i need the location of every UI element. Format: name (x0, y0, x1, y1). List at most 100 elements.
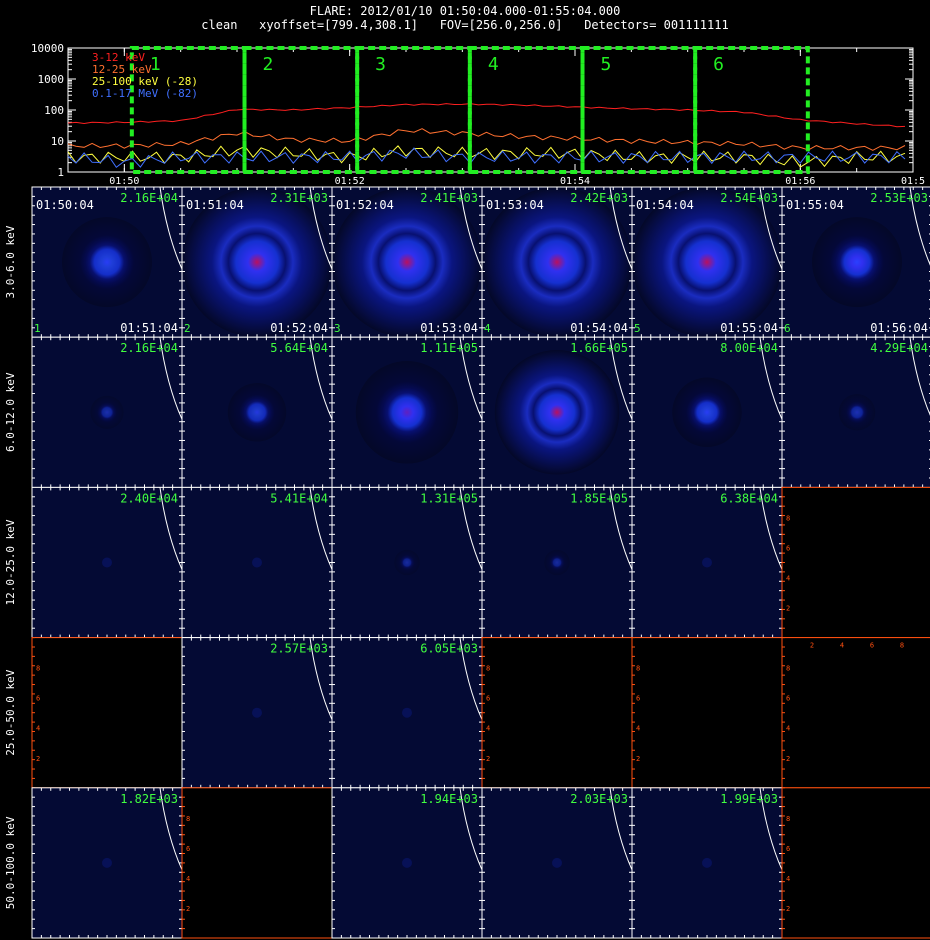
interval-number: 6 (784, 322, 791, 335)
source-emission (838, 394, 876, 431)
image-max-label: 2.31E+03 (270, 191, 328, 205)
image-max-label: 1.82E+03 (120, 792, 178, 806)
empty-axis-label: 2 (810, 642, 814, 650)
image-max-label: 2.57E+03 (270, 642, 328, 656)
source-emission (402, 857, 412, 868)
empty-axis-label: 8 (900, 642, 904, 650)
empty-cell-frame (781, 637, 930, 789)
image-cell: 2 4 6 8 (181, 787, 333, 939)
image-cell: 1.82E+03 (31, 787, 183, 939)
image-max-label: 1.94E+03 (420, 792, 478, 806)
source-emission (402, 707, 412, 718)
source-emission (102, 557, 112, 568)
empty-axis-label: 6 (786, 845, 790, 853)
image-max-label: 6.38E+04 (720, 491, 778, 505)
image-cell: 2.41E+03 01:52:04 01:53:04 3 (331, 186, 483, 338)
image-cell: 2.03E+03 (481, 787, 633, 939)
image-cell: 2.16E+04 01:50:04 01:51:04 1 (31, 186, 183, 338)
image-cell: 2.54E+03 01:54:04 01:55:04 5 (631, 186, 783, 338)
image-cell: 5.64E+04 (181, 336, 333, 488)
empty-cell-frame (631, 637, 783, 789)
energy-band-label: 50.0-100.0 keV (4, 816, 17, 909)
image-cell: 2.57E+03 (181, 637, 333, 789)
interval-start-time: 01:54:04 (636, 198, 694, 212)
interval-start-time: 01:53:04 (486, 198, 544, 212)
interval-end-time: 01:54:04 (570, 321, 628, 335)
interval-start-time: 01:51:04 (186, 198, 244, 212)
empty-axis-label: 4 (786, 875, 790, 883)
source-emission (494, 350, 620, 475)
image-cell: 1.31E+05 (331, 486, 483, 639)
image-cell: 1.11E+05 (331, 336, 483, 488)
source-emission (62, 217, 152, 308)
empty-cell-frame (31, 637, 183, 789)
image-cell: 6.38E+04 (631, 486, 783, 639)
image-max-label: 2.16E+04 (120, 191, 178, 205)
empty-axis-label: 8 (786, 665, 790, 673)
source-emission (702, 557, 712, 568)
empty-axis-label: 2 (486, 755, 490, 763)
empty-cell-frame (181, 787, 333, 939)
image-max-label: 2.40E+04 (120, 491, 178, 505)
interval-start-time: 01:52:04 (336, 198, 394, 212)
interval-end-time: 01:52:04 (270, 321, 328, 335)
empty-axis-label: 8 (36, 665, 40, 673)
image-max-label: 2.42E+03 (570, 191, 628, 205)
interval-end-time: 01:55:04 (720, 321, 778, 335)
interval-start-time: 01:50:04 (36, 198, 94, 212)
energy-band-label: 12.0-25.0 keV (4, 519, 17, 605)
source-emission (544, 549, 570, 576)
image-cell: 1.85E+05 (481, 486, 633, 639)
source-emission (812, 217, 902, 308)
source-emission (702, 857, 712, 868)
image-cell: 2.40E+04 (31, 486, 183, 639)
empty-axis-label: 8 (636, 665, 640, 673)
empty-axis-label: 6 (636, 695, 640, 703)
image-max-label: 8.00E+04 (720, 341, 778, 355)
image-cell: 4.29E+04 (781, 336, 930, 488)
empty-axis-label: 6 (486, 695, 490, 703)
interval-number: 1 (34, 322, 41, 335)
interval-end-time: 01:53:04 (420, 321, 478, 335)
image-max-label: 2.53E+03 (870, 191, 928, 205)
source-emission (252, 557, 262, 568)
image-cell: 1.99E+03 (631, 787, 783, 939)
empty-cell-frame (781, 787, 930, 939)
image-cell: 1.94E+03 (331, 787, 483, 939)
image-cell: 8.00E+04 (631, 336, 783, 488)
image-max-label: 2.03E+03 (570, 792, 628, 806)
source-emission (227, 383, 287, 442)
image-cell: 2 4 6 8 (781, 787, 930, 939)
empty-axis-label: 2 (186, 905, 190, 913)
energy-band-label: 6.0-12.0 keV (4, 372, 17, 452)
empty-axis-label: 6 (786, 544, 790, 552)
empty-axis-label: 8 (786, 815, 790, 823)
interval-number: 2 (184, 322, 191, 335)
source-emission (355, 361, 459, 464)
empty-axis-label: 4 (186, 875, 190, 883)
empty-axis-label: 2 (786, 905, 790, 913)
image-cell: 6.05E+03 (331, 637, 483, 789)
image-cell: 1.66E+05 (481, 336, 633, 488)
image-cell: 2 4 6 8 (31, 637, 183, 789)
interval-end-time: 01:56:04 (870, 321, 928, 335)
image-cell: 5.41E+04 (181, 486, 333, 639)
empty-axis-label: 6 (36, 695, 40, 703)
image-max-label: 1.11E+05 (420, 341, 478, 355)
empty-cell-frame (781, 486, 930, 639)
empty-axis-label: 8 (486, 665, 490, 673)
empty-axis-label: 2 (36, 755, 40, 763)
source-emission (672, 377, 742, 448)
image-cell: 2.42E+03 01:53:04 01:54:04 4 (481, 186, 633, 338)
empty-axis-label: 2 (636, 755, 640, 763)
empty-axis-label: 2 (786, 605, 790, 613)
interval-number: 4 (484, 322, 491, 335)
image-max-label: 1.31E+05 (420, 491, 478, 505)
empty-axis-label: 6 (186, 845, 190, 853)
empty-axis-label: 4 (36, 725, 40, 733)
interval-start-time: 01:55:04 (786, 198, 844, 212)
empty-axis-label: 4 (786, 725, 790, 733)
empty-axis-label: 2 (786, 755, 790, 763)
image-cell: 2 2 4 4 6 6 8 8 (781, 637, 930, 789)
image-max-label: 4.29E+04 (870, 341, 928, 355)
